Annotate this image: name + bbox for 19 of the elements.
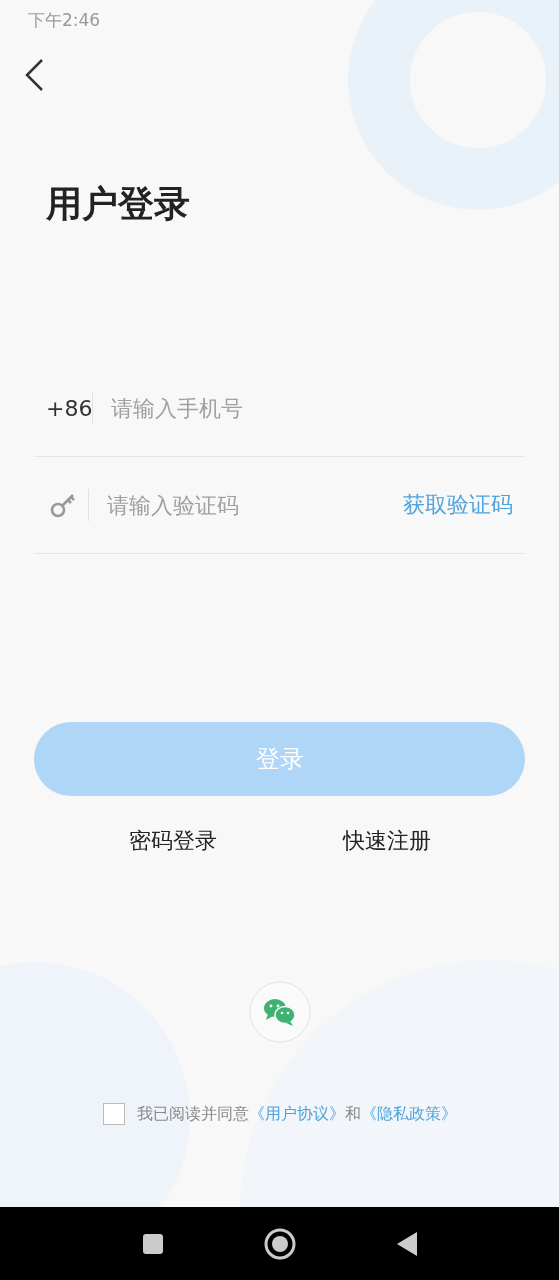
phone-input-field[interactable]: 请输入手机号 (109, 394, 525, 422)
back-nav-icon[interactable] (395, 1230, 418, 1257)
agreement-checkbox[interactable] (102, 1103, 125, 1125)
user-agreement-link[interactable]: 《用户协议》 (248, 1103, 345, 1125)
text-link[interactable]: 快速注册 (342, 826, 431, 856)
country-code[interactable]: +86 (46, 395, 92, 421)
page-title: 用户登录 (45, 182, 191, 226)
privacy-policy-link[interactable]: 《隐私政策》 (360, 1103, 457, 1125)
get-code-button[interactable]: 获取验证码 (403, 490, 525, 520)
status-time: 下午2:46 (28, 8, 101, 32)
agreement-joiner: 和 (344, 1103, 361, 1125)
back-icon[interactable] (24, 58, 44, 92)
code-input-field[interactable]: 请输入验证码 (105, 491, 403, 519)
text-link[interactable]: 密码登录 (128, 826, 217, 856)
chat-bubbles-icon[interactable] (248, 981, 311, 1043)
agreement-text: 我已阅读并同意 (136, 1103, 249, 1125)
home-icon[interactable] (263, 1227, 296, 1260)
key-icon (50, 491, 76, 519)
recent-apps-icon[interactable] (141, 1232, 164, 1255)
